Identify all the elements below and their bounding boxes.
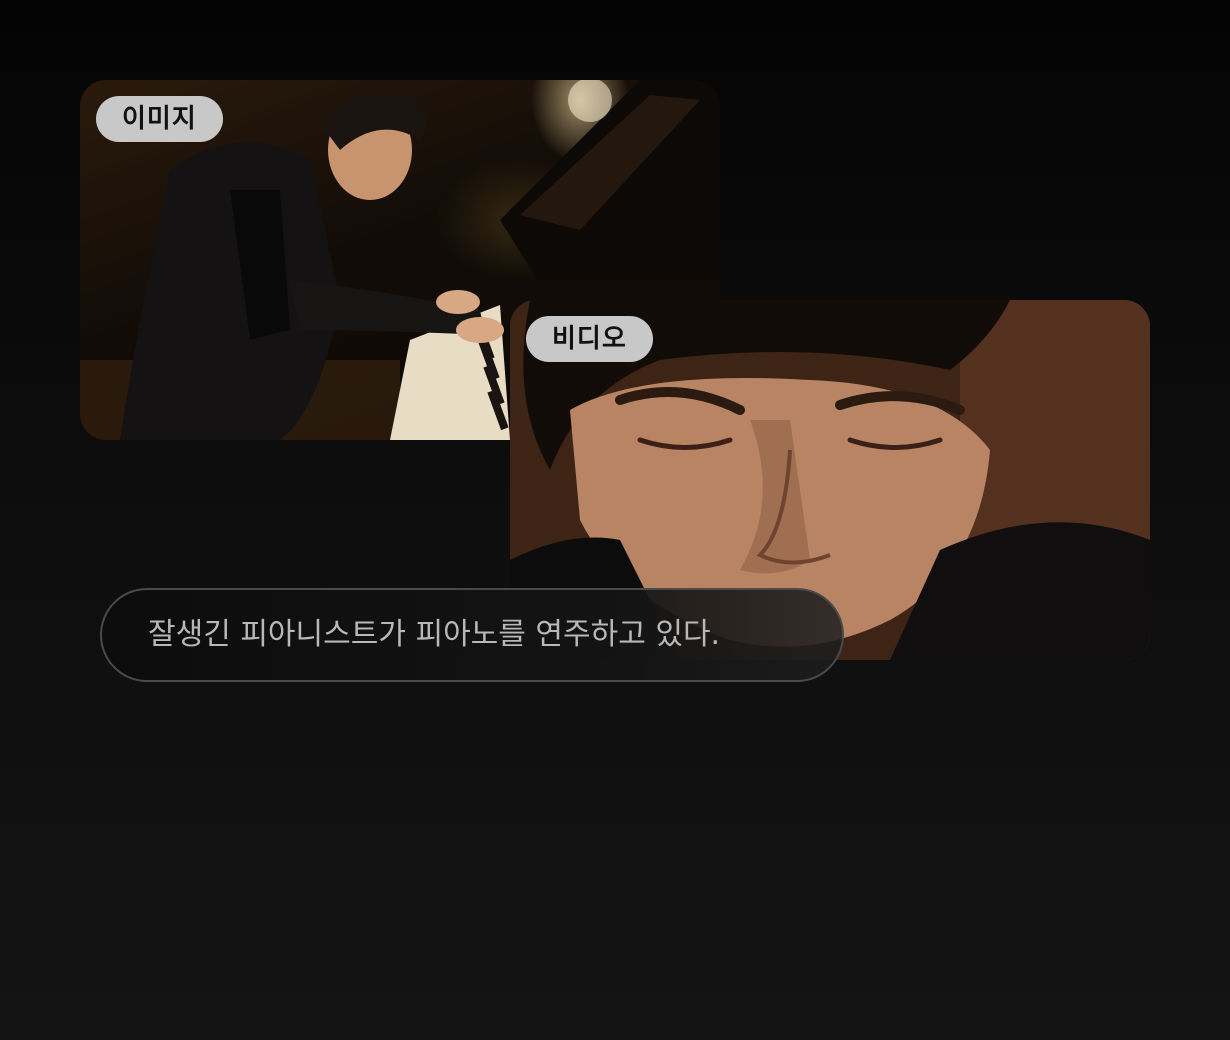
prompt-caption: 잘생긴 피아니스트가 피아노를 연주하고 있다. [100,588,844,682]
prompt-text: 잘생긴 피아니스트가 피아노를 연주하고 있다. [148,617,721,652]
video-badge: 비디오 [526,316,653,362]
image-badge: 이미지 [96,96,223,142]
stage: 이미지 비디오 잘생긴 피아니스트가 피아노를 연주하고 있다. [0,0,1230,1040]
